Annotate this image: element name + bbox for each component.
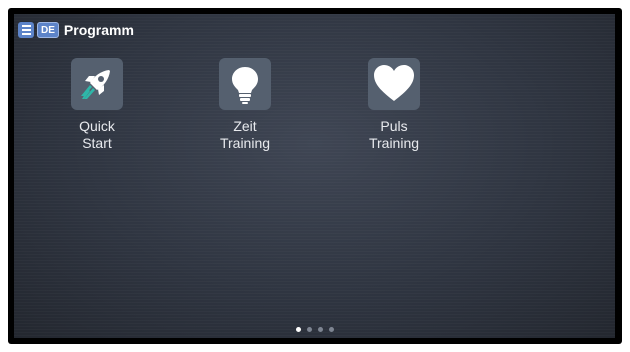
top-bar: DE Programm	[18, 20, 134, 40]
tile-label-line2: Start	[82, 135, 112, 151]
language-button[interactable]: DE	[37, 22, 59, 38]
tile-quick-start[interactable]: Quick Start	[49, 58, 145, 152]
rocket-icon	[81, 70, 110, 99]
page-dot[interactable]	[306, 327, 312, 332]
heart-icon	[374, 65, 414, 101]
tile-label-line2: Training	[368, 135, 420, 151]
screen-frame: DE Programm Quick Start Zeit Training Pu…	[8, 8, 622, 344]
tile-icon-box	[219, 58, 271, 110]
hamburger-menu-icon[interactable]	[18, 22, 34, 38]
tile-icon-box	[71, 58, 123, 110]
page-title: Programm	[63, 22, 134, 38]
tile-zeit-training[interactable]: Zeit Training	[197, 58, 293, 152]
device-bezel: DE Programm Quick Start Zeit Training Pu…	[0, 0, 630, 352]
page-dot-active[interactable]	[295, 327, 301, 332]
display-area: DE Programm Quick Start Zeit Training Pu…	[14, 14, 615, 338]
tile-puls-training[interactable]: Puls Training	[346, 58, 442, 152]
tile-label-line1: Quick	[79, 118, 115, 134]
tile-label: Puls Training	[369, 118, 419, 152]
lightbulb-icon	[232, 67, 258, 104]
tile-label: Zeit Training	[220, 118, 270, 152]
page-dot[interactable]	[317, 327, 323, 332]
tile-label: Quick Start	[79, 118, 115, 152]
page-dot[interactable]	[328, 327, 334, 332]
page-indicator	[14, 327, 615, 332]
tile-label-line2: Training	[219, 135, 271, 151]
tile-label-line1: Puls	[380, 118, 408, 134]
tile-label-line1: Zeit	[233, 118, 257, 134]
tile-icon-box	[368, 58, 420, 110]
